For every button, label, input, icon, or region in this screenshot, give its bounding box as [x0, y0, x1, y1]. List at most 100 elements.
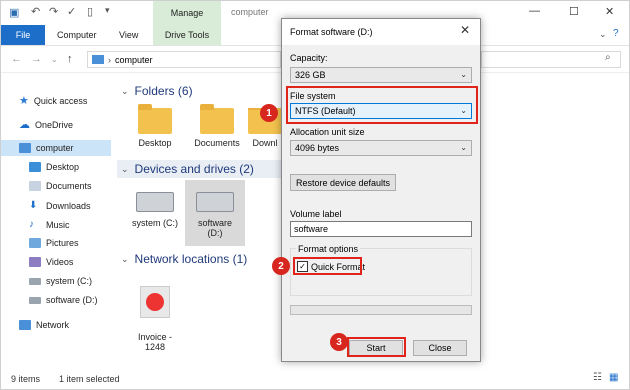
- sidebar-item-label: Videos: [46, 257, 74, 267]
- step-badge-2: 2: [272, 257, 290, 275]
- drive-icon: [29, 277, 41, 285]
- folder-documents[interactable]: Documents: [185, 104, 249, 148]
- drive-software-d[interactable]: software (D:): [185, 180, 245, 246]
- quick-access-toolbar-icon[interactable]: ▣: [9, 6, 19, 19]
- devices-group-header[interactable]: ⌄ Devices and drives (2): [121, 162, 254, 176]
- dialog-title-bar: Format software (D:): [282, 19, 480, 45]
- customize-toolbar-icon[interactable]: ▾: [105, 5, 110, 16]
- sidebar-item-label: Desktop: [46, 162, 80, 172]
- sidebar-item-network[interactable]: Network: [19, 320, 69, 330]
- network-item-invoice[interactable]: Invoice - 1248: [123, 276, 187, 352]
- sidebar-item-label: Pictures: [46, 238, 79, 248]
- videos-icon: [29, 257, 41, 267]
- sidebar-item-label: system (C:): [46, 276, 92, 286]
- forward-arrow-icon[interactable]: →: [31, 53, 42, 65]
- allocation-label: Allocation unit size: [290, 127, 365, 137]
- search-input[interactable]: [481, 51, 621, 68]
- redo-icon[interactable]: ↷: [49, 5, 58, 18]
- sidebar-item-label: computer: [36, 143, 74, 153]
- up-arrow-icon[interactable]: ↑: [67, 53, 73, 65]
- folders-group-header[interactable]: ⌄ Folders (6): [121, 84, 193, 98]
- sidebar-item-downloads[interactable]: ⬇ Downloads: [29, 200, 91, 211]
- sidebar-item-quick-access[interactable]: ★ Quick access: [19, 94, 87, 107]
- chevron-down-icon: ⌄: [460, 143, 467, 152]
- sidebar-item-desktop[interactable]: Desktop: [29, 162, 79, 172]
- large-icons-view-icon[interactable]: ▦: [609, 372, 618, 383]
- sidebar-item-label: OneDrive: [35, 119, 74, 130]
- undo-icon[interactable]: ↶: [31, 5, 40, 18]
- drive-tools-tab[interactable]: Drive Tools: [153, 25, 221, 45]
- details-view-icon[interactable]: ☷: [593, 372, 602, 383]
- sidebar-item-label: Network: [36, 320, 70, 330]
- format-options-label: Format options: [296, 244, 361, 254]
- allocation-select[interactable]: 4096 bytes ⌄: [290, 140, 472, 156]
- desktop-icon: [29, 162, 41, 172]
- capacity-select[interactable]: 326 GB ⌄: [290, 67, 472, 83]
- step-badge-1: 1: [260, 104, 278, 122]
- sidebar-item-system-c[interactable]: system (C:): [29, 276, 92, 286]
- chevron-down-icon: ⌄: [121, 253, 129, 264]
- navigation-pane: ★ Quick access ☁ OneDrive computer Desktop…: [1, 76, 113, 366]
- sidebar-item-label: Music: [46, 219, 70, 230]
- folder-icon: [200, 104, 234, 134]
- sidebar-item-documents[interactable]: Documents: [29, 181, 92, 191]
- format-progress-bar: [290, 305, 472, 315]
- recent-locations-icon[interactable]: ⌄: [51, 55, 58, 64]
- star-icon: ★: [19, 95, 29, 107]
- file-tab[interactable]: File: [1, 25, 45, 45]
- volume-label-input[interactable]: software: [290, 221, 472, 237]
- drive-icon: [196, 192, 234, 212]
- sidebar-item-music[interactable]: ♪ Music: [29, 219, 70, 230]
- address-text: computer: [115, 54, 153, 65]
- tile-label: Invoice - 1248: [137, 332, 172, 352]
- pictures-icon: [29, 238, 41, 248]
- view-tab[interactable]: View: [119, 30, 138, 40]
- manage-tab[interactable]: Manage: [153, 1, 221, 25]
- sidebar-item-label: software (D:): [46, 295, 98, 305]
- chevron-down-icon: ⌄: [460, 70, 467, 79]
- folder-desktop[interactable]: Desktop: [123, 104, 187, 148]
- step-badge-3: 3: [330, 333, 348, 351]
- expand-ribbon-icon[interactable]: ⌄: [599, 29, 607, 40]
- computer-tab[interactable]: Computer: [57, 30, 97, 40]
- breadcrumb-chevron-icon: ›: [108, 54, 111, 65]
- new-page-icon[interactable]: ▯: [87, 5, 93, 18]
- tile-label: software (D:): [197, 218, 232, 238]
- address-field[interactable]: › computer: [87, 51, 281, 68]
- window-close-icon[interactable]: ✕: [605, 5, 614, 18]
- close-button[interactable]: Close: [413, 340, 467, 356]
- filesystem-highlight: [286, 86, 478, 124]
- drive-icon: [29, 296, 41, 304]
- network-group-header[interactable]: ⌄ Network locations (1): [121, 252, 247, 266]
- sidebar-item-videos[interactable]: Videos: [29, 257, 73, 267]
- capacity-label: Capacity:: [290, 53, 328, 63]
- capacity-value: 326 GB: [295, 70, 326, 80]
- back-arrow-icon[interactable]: ←: [11, 53, 22, 65]
- minimize-icon[interactable]: —: [529, 5, 540, 17]
- tile-label: system (C:): [132, 218, 178, 228]
- sidebar-item-label: Documents: [46, 181, 92, 191]
- sidebar-item-onedrive[interactable]: ☁ OneDrive: [19, 118, 73, 131]
- computer-icon: [92, 55, 104, 64]
- dialog-close-icon[interactable]: ✕: [460, 23, 470, 37]
- chevron-down-icon: ⌄: [121, 85, 129, 96]
- pdf-file-icon: [140, 286, 170, 318]
- maximize-icon[interactable]: ☐: [569, 5, 579, 18]
- drive-system-c[interactable]: system (C:): [123, 186, 187, 228]
- window-title: computer: [231, 7, 269, 17]
- sidebar-item-label: Downloads: [46, 200, 91, 211]
- allocation-value: 4096 bytes: [295, 143, 340, 153]
- group-title: Network locations (1): [134, 252, 248, 266]
- status-bar: 9 items 1 item selected ☷ ▦: [1, 371, 629, 389]
- sidebar-item-pictures[interactable]: Pictures: [29, 238, 79, 248]
- checkmark-icon[interactable]: ✓: [67, 5, 76, 18]
- sidebar-item-software-d[interactable]: software (D:): [29, 295, 98, 305]
- sidebar-item-computer[interactable]: computer: [1, 140, 111, 156]
- help-icon[interactable]: ?: [613, 28, 619, 39]
- volume-label-label: Volume label: [290, 209, 342, 219]
- tile-label: Downl: [252, 138, 278, 148]
- search-icon: ⌕: [605, 52, 611, 63]
- start-highlight: [347, 337, 406, 357]
- restore-defaults-button[interactable]: Restore device defaults: [290, 174, 396, 191]
- documents-icon: [29, 181, 41, 191]
